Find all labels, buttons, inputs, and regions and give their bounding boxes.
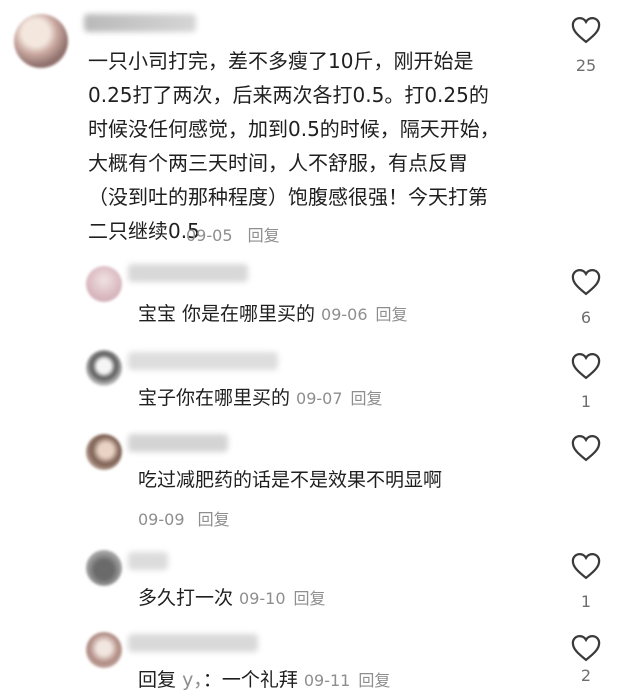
reply-date: 09-06 bbox=[321, 305, 368, 324]
heart-outline-icon bbox=[571, 268, 601, 296]
heart-outline-icon bbox=[571, 634, 601, 662]
comment-date: 09-05 bbox=[186, 226, 233, 245]
reply-meta: 09-06 回复 bbox=[321, 305, 408, 324]
avatar[interactable] bbox=[86, 350, 122, 386]
username-blurred[interactable] bbox=[84, 14, 196, 32]
like-button[interactable]: 6 bbox=[566, 268, 606, 327]
reply-content: 多久打一次 09-10 回复 bbox=[138, 584, 326, 613]
avatar[interactable] bbox=[86, 266, 122, 302]
heart-outline-icon bbox=[571, 552, 601, 580]
reply-content: 宝子你在哪里买的 09-07 回复 bbox=[138, 384, 383, 413]
reply-content: 吃过减肥药的话是不是效果不明显啊 bbox=[138, 466, 442, 494]
heart-outline-icon bbox=[571, 434, 601, 462]
reply-text: 吃过减肥药的话是不是效果不明显啊 bbox=[138, 469, 443, 491]
like-count: 1 bbox=[580, 392, 592, 411]
reply-button[interactable]: 回复 bbox=[294, 589, 326, 608]
reply-text: 宝子你在哪里买的 bbox=[138, 387, 291, 409]
reply-button[interactable]: 回复 bbox=[358, 671, 390, 690]
reply-date: 09-09 bbox=[138, 510, 185, 529]
like-count: 6 bbox=[580, 308, 592, 327]
comment-meta: 09-05 回复 bbox=[186, 222, 280, 246]
reply-meta: 09-07 回复 bbox=[296, 389, 383, 408]
reply-content: 回复 y，：一个礼拜 09-11 回复 bbox=[138, 666, 390, 695]
mentioned-user[interactable]: y， bbox=[182, 669, 203, 691]
like-count: 1 bbox=[580, 592, 592, 611]
reply-text: 多久打一次 bbox=[138, 587, 234, 609]
reply-content: 宝宝 你是在哪里买的 09-06 回复 bbox=[138, 300, 408, 329]
username-blurred[interactable] bbox=[128, 552, 168, 570]
reply-date: 09-10 bbox=[239, 589, 286, 608]
username-blurred[interactable] bbox=[128, 352, 278, 370]
reply-button[interactable]: 回复 bbox=[351, 389, 383, 408]
reply-item: 多久打一次 09-10 回复 1 bbox=[0, 544, 640, 624]
reply-button[interactable]: 回复 bbox=[248, 226, 280, 245]
like-button[interactable]: 1 bbox=[566, 552, 606, 611]
avatar[interactable] bbox=[14, 14, 68, 68]
reply-button[interactable]: 回复 bbox=[376, 305, 408, 324]
comment-text: 一只小司打完，差不多瘦了10斤，刚开始是 0.25打了两次，后来两次各打0.5。… bbox=[88, 49, 500, 243]
like-count: 25 bbox=[575, 56, 597, 75]
reply-prefix: 回复 bbox=[138, 669, 177, 691]
reply-item: 宝子你在哪里买的 09-07 回复 1 bbox=[0, 342, 640, 422]
heart-outline-icon bbox=[571, 16, 601, 44]
avatar[interactable] bbox=[86, 434, 122, 470]
username-blurred[interactable] bbox=[128, 264, 248, 282]
reply-item: 吃过减肥药的话是不是效果不明显啊 09-09 回复 bbox=[0, 426, 640, 536]
reply-meta: 09-10 回复 bbox=[239, 589, 326, 608]
reply-text: 宝宝 你是在哪里买的 bbox=[138, 303, 316, 325]
heart-outline-icon bbox=[571, 352, 601, 380]
reply-date: 09-07 bbox=[296, 389, 343, 408]
reply-date: 09-11 bbox=[303, 671, 351, 690]
reply-meta: 09-09 回复 bbox=[138, 506, 230, 530]
like-button[interactable]: 1 bbox=[566, 352, 606, 411]
reply-meta: 09-11 回复 bbox=[304, 671, 391, 690]
main-comment: 一只小司打完，差不多瘦了10斤，刚开始是 0.25打了两次，后来两次各打0.5。… bbox=[0, 0, 640, 250]
username-blurred[interactable] bbox=[128, 434, 228, 452]
like-button[interactable]: 2 bbox=[566, 634, 606, 685]
reply-item: 宝宝 你是在哪里买的 09-06 回复 6 bbox=[0, 258, 640, 338]
reply-text: ：一个礼拜 bbox=[202, 669, 298, 691]
like-count: 2 bbox=[580, 666, 592, 685]
reply-item: 回复 y，：一个礼拜 09-11 回复 2 bbox=[0, 628, 640, 697]
like-button[interactable] bbox=[566, 434, 606, 474]
avatar[interactable] bbox=[86, 550, 122, 586]
like-button[interactable]: 25 bbox=[566, 16, 606, 75]
reply-button[interactable]: 回复 bbox=[198, 510, 230, 529]
avatar[interactable] bbox=[86, 632, 122, 668]
username-blurred[interactable] bbox=[128, 634, 258, 652]
